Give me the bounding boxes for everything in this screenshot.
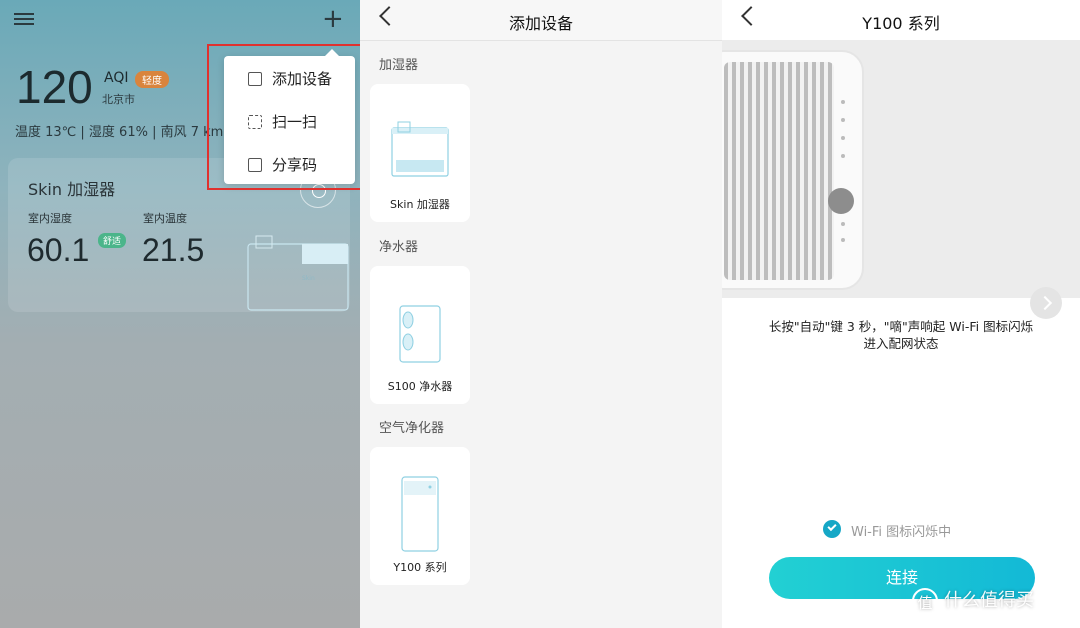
purifier-grille <box>724 62 834 280</box>
device-button <box>841 136 845 140</box>
add-device-panel: 添加设备 加湿器 Skin 加湿器 净水器 S100 净水器 空气净化器 Y10… <box>360 0 722 628</box>
device-name: Skin 加湿器 <box>390 198 450 211</box>
page-title: Y100 系列 <box>862 14 940 33</box>
temperature-value: 21.5 <box>142 232 205 268</box>
instruction-line: 长按"自动"键 3 秒，"嘀"声响起 Wi-Fi 图标闪烁 <box>768 319 1034 334</box>
watermark: 值什么值得买 <box>912 586 1034 614</box>
water-purifier-thumb <box>399 305 441 363</box>
humidity-label: 室内湿度 <box>28 212 72 225</box>
aqi-value: 120 <box>16 61 93 113</box>
purifier-image <box>722 50 864 290</box>
watermark-logo: 值 <box>912 588 938 614</box>
device-button <box>841 222 845 226</box>
menu-icon[interactable] <box>14 10 34 28</box>
comfort-badge: 舒适 <box>98 233 127 248</box>
device-button <box>841 100 845 104</box>
device-card-skin-humidifier[interactable]: Skin 加湿器 <box>370 84 470 222</box>
device-button <box>841 238 845 242</box>
home-panel: + 120 AQI 轻度 北京市 温度 13℃ | 湿度 61% | 南风 7 … <box>0 0 360 628</box>
device-button <box>841 154 845 158</box>
category-label: 净水器 <box>379 240 419 255</box>
auto-button <box>828 188 854 214</box>
nav-bar: Y100 系列 <box>722 0 1080 40</box>
temperature-label: 室内温度 <box>143 212 187 225</box>
watermark-text: 什么值得买 <box>944 590 1034 611</box>
air-purifier-thumb <box>401 476 439 552</box>
next-arrow-icon[interactable] <box>1030 287 1062 319</box>
device-name: Y100 系列 <box>393 561 447 574</box>
device-card-title: Skin 加湿器 <box>28 180 116 199</box>
y100-setup-panel: Y100 系列 长按"自动"键 3 秒，"嘀"声响起 Wi-Fi 图标闪烁 进入… <box>722 0 1080 628</box>
wifi-blinking-checkbox[interactable] <box>823 520 841 538</box>
nav-bar: 添加设备 <box>360 0 722 41</box>
city-label: 北京市 <box>102 93 135 106</box>
humidifier-thumb <box>391 121 449 177</box>
aqi-level-badge: 轻度 <box>135 71 169 88</box>
humidifier-image: Skin <box>247 235 349 311</box>
humidity-value: 60.1 <box>27 232 90 268</box>
pairing-instruction: 长按"自动"键 3 秒，"嘀"声响起 Wi-Fi 图标闪烁 进入配网状态 <box>742 318 1060 352</box>
device-card-y100-series[interactable]: Y100 系列 <box>370 447 470 585</box>
checkbox-label: Wi-Fi 图标闪烁中 <box>851 525 952 540</box>
category-label: 空气净化器 <box>379 421 445 436</box>
instruction-line: 进入配网状态 <box>863 336 939 351</box>
category-label: 加湿器 <box>379 58 419 73</box>
device-button <box>841 118 845 122</box>
highlight-box <box>207 44 360 190</box>
page-title: 添加设备 <box>508 14 573 33</box>
weather-info: 温度 13℃ | 湿度 61% | 南风 7 km <box>15 125 224 140</box>
device-card-s100-purifier[interactable]: S100 净水器 <box>370 266 470 404</box>
aqi-label: AQI <box>104 70 129 86</box>
add-icon[interactable]: + <box>322 6 344 32</box>
device-name: S100 净水器 <box>387 380 453 393</box>
device-photo <box>722 40 1080 298</box>
humidifier-image-label: Skin <box>302 275 315 282</box>
